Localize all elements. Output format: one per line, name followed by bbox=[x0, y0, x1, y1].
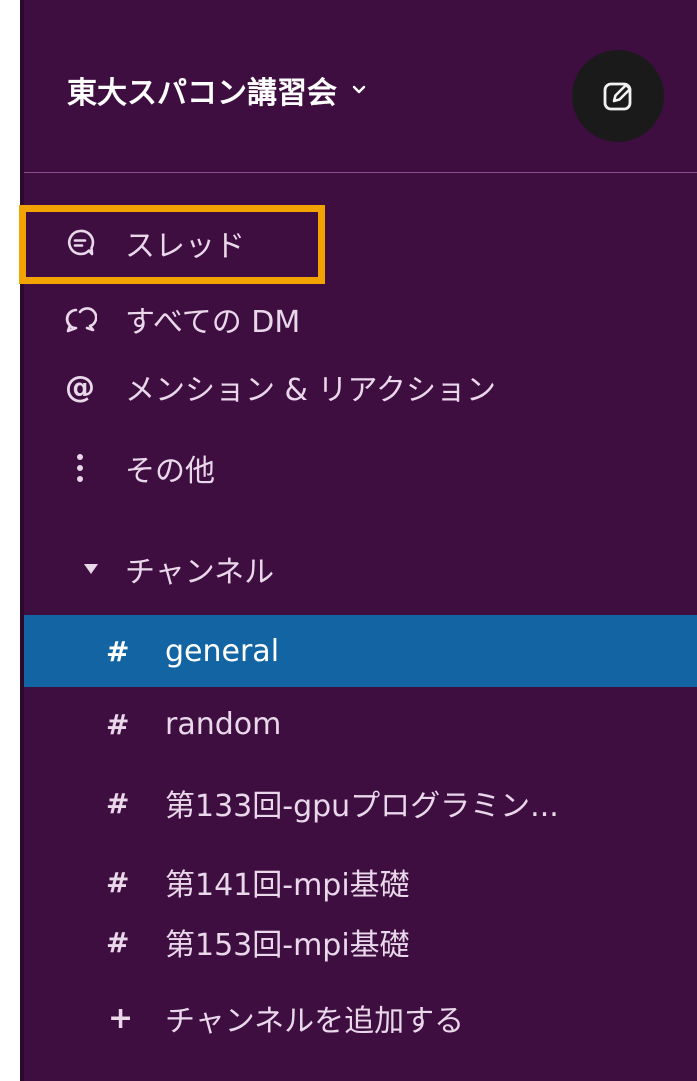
channel-name: 第153回-mpi基礎 bbox=[165, 928, 410, 963]
workspace-name: 東大スパコン講習会 bbox=[67, 76, 337, 111]
plus-icon: + bbox=[108, 1000, 134, 1036]
channel-name: general bbox=[165, 633, 280, 669]
nav-item-all-dms[interactable]: すべての DM bbox=[24, 294, 697, 344]
nav-label-mentions: メンション & リアクション bbox=[125, 373, 496, 408]
nav-item-threads[interactable]: スレッド bbox=[24, 218, 697, 268]
nav-label-threads: スレッド bbox=[125, 229, 245, 264]
hash-icon: # bbox=[106, 707, 130, 741]
sidebar-header: 東大スパコン講習会 bbox=[24, 0, 697, 173]
sidebar: 東大スパコン講習会 スレッド すべての DM @ メンション & リアクション … bbox=[20, 0, 697, 1081]
nav-label-all-dms: すべての DM bbox=[125, 305, 301, 340]
caret-down-icon bbox=[84, 564, 98, 574]
channel-153-mpi[interactable]: # 第153回-mpi基礎 bbox=[24, 906, 697, 978]
hash-icon: # bbox=[106, 634, 130, 668]
hash-icon: # bbox=[106, 865, 130, 899]
channel-general[interactable]: # general bbox=[24, 615, 697, 687]
add-channel-label: チャンネルを追加する bbox=[165, 1004, 465, 1039]
hash-icon: # bbox=[106, 925, 130, 959]
channel-name: 第141回-mpi基礎 bbox=[165, 868, 410, 903]
nav-item-mentions[interactable]: @ メンション & リアクション bbox=[24, 362, 697, 412]
at-icon: @ bbox=[65, 369, 95, 405]
compose-icon bbox=[603, 82, 632, 111]
channels-section-label: チャンネル bbox=[125, 555, 275, 590]
nav-item-more[interactable]: その他 bbox=[24, 443, 697, 493]
channel-name: 第133回-gpuプログラミン... bbox=[165, 789, 559, 824]
channel-name: random bbox=[165, 706, 282, 742]
channels-section-header[interactable]: チャンネル bbox=[24, 544, 697, 594]
channel-random[interactable]: # random bbox=[24, 688, 697, 760]
add-channel-button[interactable]: + チャンネルを追加する bbox=[24, 982, 697, 1054]
dm-icon bbox=[62, 301, 98, 337]
workspace-menu-button[interactable]: 東大スパコン講習会 bbox=[67, 68, 367, 112]
more-icon bbox=[62, 450, 98, 486]
channel-133-gpu[interactable]: # 第133回-gpuプログラミン... bbox=[24, 767, 697, 839]
nav-label-more: その他 bbox=[125, 454, 215, 489]
hash-icon: # bbox=[106, 786, 130, 820]
compose-button[interactable] bbox=[572, 50, 664, 142]
app-frame: 東大スパコン講習会 スレッド すべての DM @ メンション & リアクション … bbox=[0, 0, 697, 1081]
threads-icon bbox=[62, 225, 98, 261]
chevron-down-icon bbox=[352, 85, 366, 94]
